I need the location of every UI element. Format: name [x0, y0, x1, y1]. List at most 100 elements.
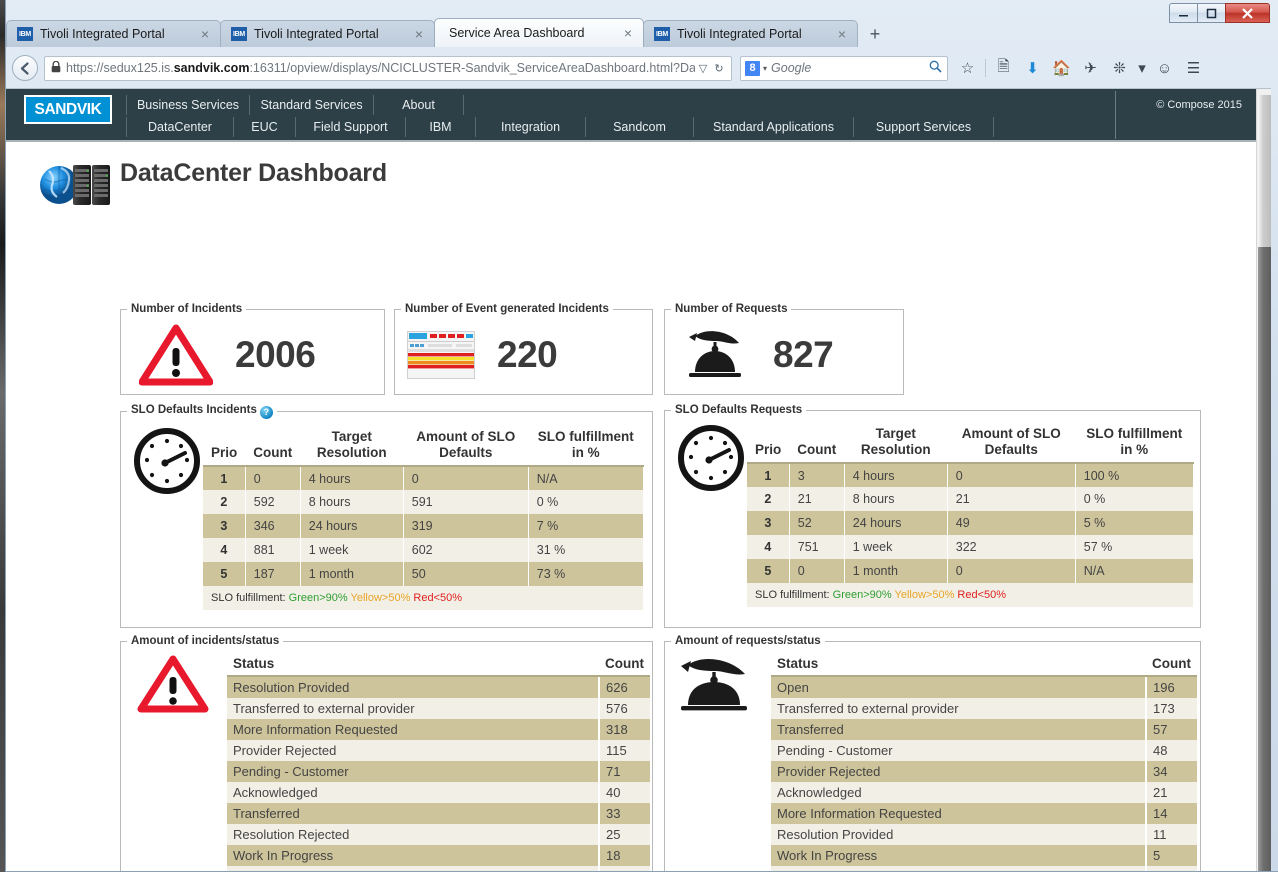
help-icon[interactable]: ?	[259, 406, 273, 419]
table-row[interactable]: Pending - Vendor2	[771, 866, 1197, 871]
reload-icon[interactable]: ↻	[711, 62, 727, 75]
search-bar[interactable]: 8 ▾ Google	[740, 55, 948, 81]
cell-count: 0	[245, 466, 301, 491]
maximize-button[interactable]	[1197, 3, 1226, 23]
cell-count: 21	[1146, 782, 1197, 803]
col-slo-fulfillment: SLO fulfillment in %	[1075, 422, 1194, 465]
cell-status: Acknowledged	[771, 782, 1147, 803]
table-row[interactable]: More Information Requested 318	[227, 719, 650, 740]
table-row[interactable]: Open18	[227, 866, 650, 871]
close-tab-icon[interactable]: ×	[198, 26, 212, 42]
sandvik-logo[interactable]: SANDVIK	[24, 95, 112, 124]
nav-ibm[interactable]: IBM	[406, 117, 476, 137]
col-prio: Prio	[203, 425, 246, 468]
table-row[interactable]: Provider Rejected 34	[771, 761, 1197, 782]
table-row[interactable]: 4 881 1 week 602 31 %	[203, 538, 644, 563]
reading-list-icon[interactable]: 🗎	[990, 55, 1017, 81]
table-row[interactable]: Resolution Rejected 25	[227, 824, 650, 845]
dropdown-marker-icon[interactable]: ▽	[695, 62, 711, 75]
extension-icon[interactable]: ❊	[1106, 55, 1133, 81]
ibm-icon: IBM	[654, 27, 670, 41]
table-row[interactable]: Pending - Customer 48	[771, 740, 1197, 761]
table-row[interactable]: Open 196	[771, 676, 1197, 698]
menu-icon[interactable]: ☰	[1180, 55, 1207, 81]
nav-support-services[interactable]: Support Services	[854, 117, 994, 137]
window-left-edge	[0, 0, 5, 872]
table-row[interactable]: Resolution Provided 626	[227, 676, 650, 698]
table-row[interactable]: 2 592 8 hours 591 0 %	[203, 490, 644, 515]
close-tab-icon[interactable]: ×	[412, 26, 426, 42]
table-row[interactable]: Work In Progress 5	[771, 845, 1197, 866]
cell-prio: 1	[203, 466, 246, 491]
browser-tab-3-active[interactable]: Service Area Dashboard ×	[434, 18, 644, 47]
toolbar-icons: ☆ 🗎 ⬇ 🏠 ✈ ❊ ▾ ☺ ☰	[954, 55, 1207, 81]
table-row[interactable]: Provider Rejected 115	[227, 740, 650, 761]
cell-count: 25	[599, 824, 650, 845]
cell-status: Provider Rejected	[227, 740, 600, 761]
feedback-icon[interactable]: ☺	[1151, 55, 1178, 81]
url-bar[interactable]: https://sedux125.is.sandvik.com:16311/op…	[44, 55, 732, 81]
table-row[interactable]: 1 0 4 hours 0 N/A	[203, 466, 644, 491]
table-row[interactable]: Transferred to external provider 173	[771, 698, 1197, 719]
panel-slo-defaults-incidents: SLO Defaults Incidents? Prio Count Targe…	[120, 404, 653, 628]
cell-target: 24 hours	[300, 514, 404, 539]
nav-standard-services[interactable]: Standard Services	[250, 95, 374, 115]
table-row[interactable]: Acknowledged 40	[227, 782, 650, 803]
table-row[interactable]: Transferred to external provider 576	[227, 698, 650, 719]
nav-standard-applications[interactable]: Standard Applications	[694, 117, 854, 137]
table-row[interactable]: 2 21 8 hours 21 0 %	[747, 487, 1194, 512]
nav-field-support[interactable]: Field Support	[296, 117, 406, 137]
table-row[interactable]: 5 187 1 month 50 73 %	[203, 562, 644, 587]
new-tab-button[interactable]: +	[861, 22, 889, 47]
copyright-text: © Compose 2015	[1156, 99, 1242, 111]
table-row[interactable]: More Information Requested 14	[771, 803, 1197, 824]
cell-fulfillment: 73 %	[528, 562, 644, 587]
home-icon[interactable]: 🏠	[1048, 55, 1075, 81]
table-row[interactable]: 1 3 4 hours 0 100 %	[747, 463, 1194, 488]
primary-nav: Business Services Standard Services Abou…	[126, 95, 464, 117]
chevron-down-icon[interactable]: ▾	[763, 64, 767, 73]
cell-count: 318	[599, 719, 650, 740]
table-row[interactable]: 3 346 24 hours 319 7 %	[203, 514, 644, 539]
table-row[interactable]: 5 0 1 month 0 N/A	[747, 559, 1194, 584]
table-row[interactable]: 4 751 1 week 322 57 %	[747, 535, 1194, 560]
nav-euc[interactable]: EUC	[234, 117, 296, 137]
nav-about[interactable]: About	[374, 95, 464, 115]
nav-sandcom[interactable]: Sandcom	[586, 117, 694, 137]
close-tab-icon[interactable]: ×	[621, 25, 635, 41]
panel-legend: SLO Defaults Incidents?	[127, 404, 277, 419]
table-row[interactable]: Work In Progress 18	[227, 845, 650, 866]
cell-count: 592	[245, 490, 301, 515]
close-window-button[interactable]	[1225, 3, 1270, 23]
scrollbar-thumb[interactable]	[1258, 95, 1271, 247]
nav-business-services[interactable]: Business Services	[126, 95, 250, 115]
table-row[interactable]: 3 52 24 hours 49 5 %	[747, 511, 1194, 536]
cell-status: More Information Requested	[227, 719, 600, 740]
cell-count: 57	[1146, 719, 1197, 740]
datacenter-globe-server-icon	[39, 159, 117, 211]
table-row[interactable]: Acknowledged 21	[771, 782, 1197, 803]
bookmark-star-icon[interactable]: ☆	[954, 55, 981, 81]
browser-tab-4[interactable]: IBM Tivoli Integrated Portal ×	[643, 20, 858, 47]
kpi-number-of-requests: Number of Requests 827	[664, 303, 904, 395]
download-icon[interactable]: ⬇	[1019, 55, 1046, 81]
chevron-down-icon[interactable]: ▾	[1135, 55, 1149, 81]
table-row[interactable]: Transferred 57	[771, 719, 1197, 740]
browser-tab-2[interactable]: IBM Tivoli Integrated Portal ×	[220, 20, 435, 47]
browser-tab-1[interactable]: IBM Tivoli Integrated Portal ×	[6, 20, 221, 47]
vertical-scrollbar[interactable]	[1256, 89, 1271, 871]
table-row[interactable]: Transferred 33	[227, 803, 650, 824]
minimize-button[interactable]	[1169, 3, 1198, 23]
scrollbar-track[interactable]	[1258, 247, 1271, 871]
table-row[interactable]: Pending - Customer 71	[227, 761, 650, 782]
back-button[interactable]	[12, 55, 38, 81]
search-icon[interactable]	[927, 60, 943, 76]
secondary-nav: DataCenter EUC Field Support IBM Integra…	[126, 117, 994, 139]
close-tab-icon[interactable]: ×	[835, 26, 849, 42]
cell-count: 18	[599, 866, 650, 871]
cell-count: 173	[1146, 698, 1197, 719]
nav-integration[interactable]: Integration	[476, 117, 586, 137]
nav-datacenter[interactable]: DataCenter	[126, 117, 234, 137]
table-row[interactable]: Resolution Provided 11	[771, 824, 1197, 845]
send-icon[interactable]: ✈	[1077, 55, 1104, 81]
